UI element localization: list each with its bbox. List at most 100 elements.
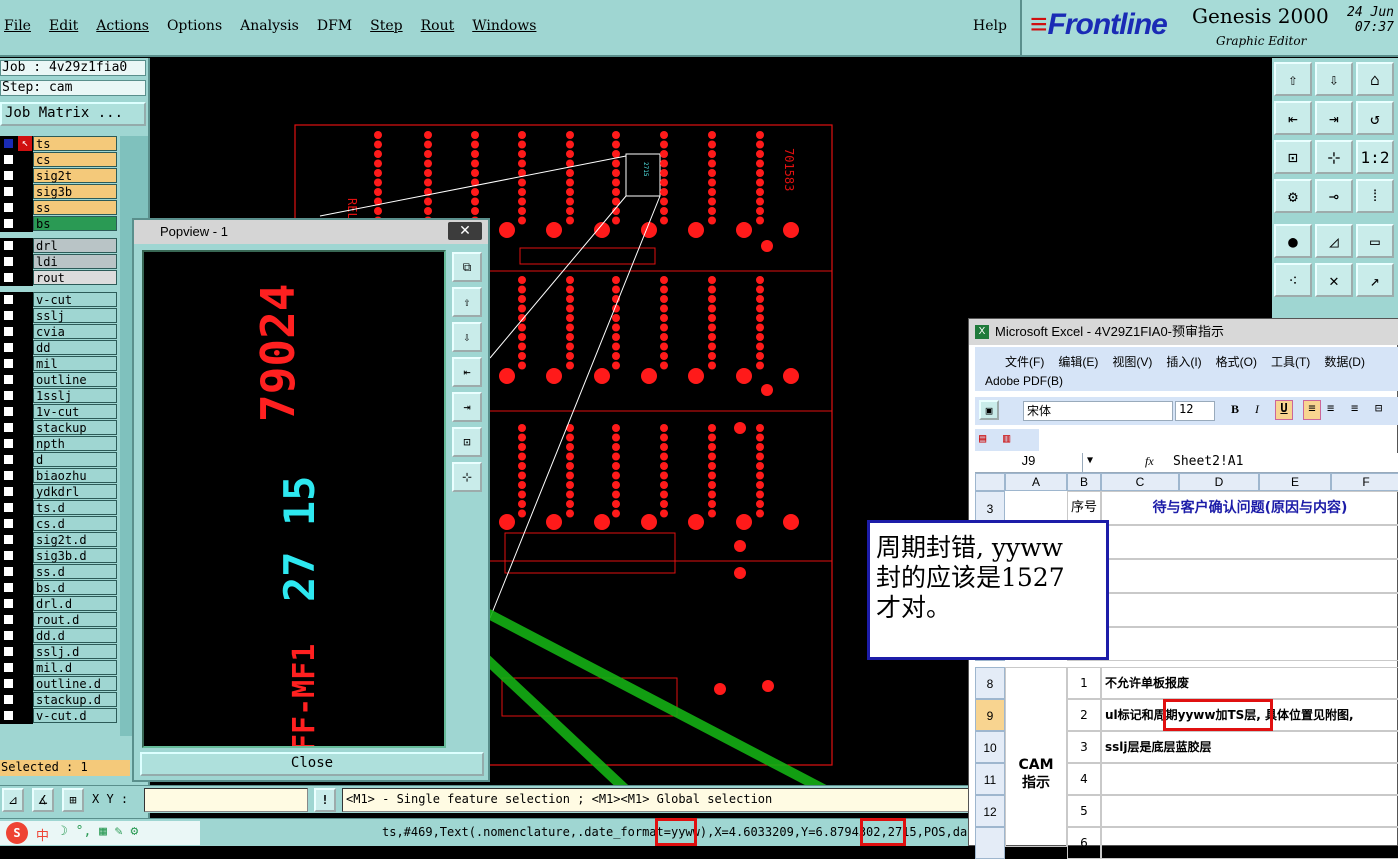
layer-name[interactable]: mil [33,356,117,371]
ime-mode[interactable]: 中 [36,825,49,844]
menu-analysis[interactable]: Analysis [240,18,299,34]
layer-checkbox[interactable] [3,598,14,609]
bold-icon[interactable]: B [1231,402,1239,417]
layer-checkbox[interactable] [3,662,14,673]
popview-right-icon[interactable]: ⇥ [452,392,482,422]
layer-row[interactable]: sslj.d [0,644,120,660]
row-number-cell[interactable]: 6 [1067,827,1101,859]
ruler-icon[interactable]: ▭ [1356,224,1394,258]
scale-icon[interactable]: 1:2 [1356,140,1394,174]
save-icon[interactable]: ▣ [979,400,999,420]
pan-right-icon[interactable]: ⇥ [1315,101,1353,135]
layer-name[interactable]: cs [33,152,117,167]
layer-row[interactable]: sig3b.d [0,548,120,564]
layer-row[interactable]: cvia [0,324,120,340]
excel-menu-item[interactable]: 插入(I) [1166,353,1201,370]
layer-row[interactable]: mil.d [0,660,120,676]
row-number-cell[interactable]: 5 [1067,795,1101,827]
popview-close-button[interactable]: Close [140,752,484,776]
layer-row[interactable]: d [0,452,120,468]
empty-cell[interactable] [1067,559,1398,593]
point-icon[interactable]: ● [1274,224,1312,258]
layer-name[interactable]: v-cut [33,292,117,307]
layer-row[interactable]: rout.d [0,612,120,628]
layer-row[interactable]: sig3b [0,184,120,200]
layer-row[interactable]: sig2t [0,168,120,184]
popview-zoom-in-icon[interactable]: ⊡ [452,427,482,457]
delete-icon[interactable]: ✕ [1315,263,1353,297]
adobe-pdf-menu[interactable]: Adobe PDF(B) [985,374,1063,388]
menu-edit[interactable]: Edit [49,18,78,34]
menu-rout[interactable]: Rout [421,18,455,34]
layer-checkbox[interactable] [3,486,14,497]
layer-row[interactable]: cs [0,152,120,168]
layer-checkbox[interactable] [3,202,14,213]
layer-checkbox[interactable] [3,390,14,401]
popview-canvas[interactable]: 79024 27 15 FF-MF1 [142,250,446,752]
formula-input[interactable]: Sheet2!A1 [1173,454,1243,469]
xy-input[interactable] [144,788,308,812]
layer-name[interactable]: sig2t [33,168,117,183]
layer-checkbox[interactable] [3,272,14,283]
zoom-fit-icon[interactable]: ⊡ [1274,140,1312,174]
layer-name[interactable]: sig3b [33,184,117,199]
layer-name[interactable]: dd.d [33,628,117,643]
popview-left-icon[interactable]: ⇤ [452,357,482,387]
help-menu[interactable]: Help [973,18,1007,34]
underline-icon[interactable]: U [1275,400,1293,420]
layer-name[interactable]: bs.d [33,580,117,595]
layer-name[interactable]: sig3b.d [33,548,117,563]
layers-icon[interactable]: ⁞ [1356,179,1394,213]
layer-checkbox[interactable] [3,170,14,181]
layer-checkbox[interactable] [3,374,14,385]
layer-name[interactable]: sig2t.d [33,532,117,547]
empty-cell[interactable] [1067,525,1398,559]
home-icon[interactable]: ⌂ [1356,62,1394,96]
layer-row[interactable]: npth [0,436,120,452]
layer-row[interactable]: bs.d [0,580,120,596]
layer-row[interactable]: v-cut [0,292,120,308]
row-text-cell[interactable] [1101,795,1398,827]
layer-checkbox[interactable] [3,614,14,625]
layer-row[interactable]: ts ↖ [0,136,120,152]
row-text-cell[interactable]: 不允许单板报废 [1101,667,1398,699]
layer-row[interactable]: drl.d [0,596,120,612]
layer-row[interactable]: drl [0,238,120,254]
layer-row[interactable]: ldi [0,254,120,270]
empty-cell[interactable] [1067,593,1398,627]
layer-row[interactable]: sslj [0,308,120,324]
measure-icon[interactable]: ∡ [32,788,54,812]
layer-row[interactable]: dd.d [0,628,120,644]
pan-left-icon[interactable]: ⇤ [1274,101,1312,135]
layer-row[interactable]: dd [0,340,120,356]
snap-icon[interactable]: ⊿ [2,788,24,812]
layer-name[interactable]: drl.d [33,596,117,611]
layer-row[interactable]: rout [0,270,120,286]
excel-menu-item[interactable]: 格式(O) [1216,353,1257,370]
move-icon[interactable]: ↗ [1356,263,1394,297]
layer-row[interactable]: cs.d [0,516,120,532]
alert-icon[interactable]: ! [314,788,336,812]
layer-row[interactable]: bs [0,216,120,232]
pdf-icon[interactable]: ▤ [979,431,986,445]
cam-label-cell[interactable]: CAM 指示 [1005,667,1067,847]
layer-name[interactable]: dd [33,340,117,355]
layer-row[interactable]: ss [0,200,120,216]
layer-checkbox[interactable] [3,694,14,705]
layer-checkbox[interactable] [3,470,14,481]
layer-name[interactable]: rout [33,270,117,285]
layer-name[interactable]: ss [33,200,117,215]
layer-row[interactable]: mil [0,356,120,372]
align-center-icon[interactable]: ≡ [1327,401,1334,415]
align-right-icon[interactable]: ≡ [1351,401,1358,415]
layer-checkbox[interactable] [3,454,14,465]
layer-row[interactable]: ydkdrl [0,484,120,500]
home-up-icon[interactable]: ⇧ [1274,62,1312,96]
layer-row[interactable]: ss.d [0,564,120,580]
layer-checkbox[interactable] [3,358,14,369]
layer-checkbox[interactable] [3,154,14,165]
layer-name[interactable]: ss.d [33,564,117,579]
merge-center-icon[interactable]: ⊟ [1375,401,1382,415]
edit-shape-icon[interactable]: ◿ [1315,224,1353,258]
layer-checkbox[interactable] [3,294,14,305]
